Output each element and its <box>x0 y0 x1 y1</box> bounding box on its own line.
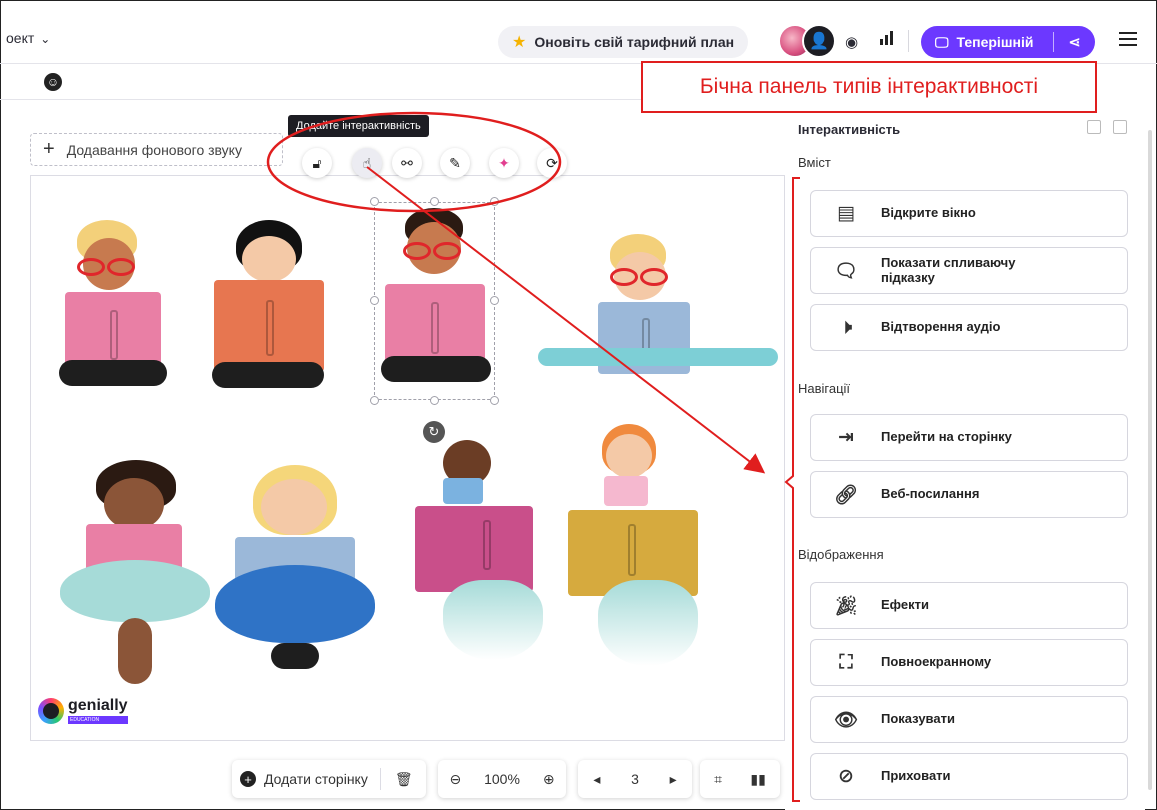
fullscreen-button[interactable]: ⛶ Повноекранному <box>810 639 1128 686</box>
upgrade-plan-button[interactable]: ★ Оновіть свій тарифний план <box>498 26 749 58</box>
zoom-out-icon[interactable]: ⊖ <box>449 771 461 788</box>
top-bar: оект ⌄ ★ Оновіть свій тарифний план 👤 ◉ 🖵… <box>0 0 1157 64</box>
present-label: Теперішній <box>956 34 1034 50</box>
play-audio-button[interactable]: 🕨 Відтворення аудіо <box>810 304 1128 351</box>
reading-kid-illustration[interactable] <box>215 465 375 680</box>
copy-icon[interactable] <box>1087 120 1101 134</box>
zoom-in-icon[interactable]: ⊕ <box>543 771 555 788</box>
page-controls: + Додати сторінку 🗑︎ <box>232 760 426 798</box>
view-controls: ⌗ ▮▮ <box>700 760 780 798</box>
interactivity-icon[interactable]: ☝︎ <box>352 148 382 178</box>
resize-handle[interactable] <box>370 197 379 206</box>
paste-icon[interactable] <box>1113 120 1127 134</box>
tooltip: Додайте інтерактивність <box>288 115 429 137</box>
resize-handle[interactable] <box>490 197 499 206</box>
next-page-icon[interactable]: ▸ <box>670 771 677 788</box>
preview-eye-icon[interactable]: ◉ <box>845 33 858 51</box>
zoom-level: 100% <box>484 771 520 787</box>
web-link-icon: 🔗︎ <box>833 484 859 506</box>
sidebar-title: Інтерактивність <box>798 122 901 137</box>
divider <box>908 30 909 52</box>
previous-page-icon[interactable]: ◂ <box>593 771 600 788</box>
zoom-controls: ⊖ 100% ⊕ <box>438 760 566 798</box>
trash-icon[interactable]: 🗑︎ <box>395 771 413 788</box>
magic-icon[interactable]: ✦ <box>489 148 519 178</box>
show-tooltip-button[interactable]: 🗨︎ Показати спливаючу підказку <box>810 247 1128 294</box>
reading-kid-illustration[interactable] <box>55 220 170 410</box>
project-menu[interactable]: оект ⌄ <box>6 30 50 46</box>
show-icon: 👁︎ <box>833 709 859 731</box>
tooltip-icon: 🗨︎ <box>833 260 859 282</box>
add-page-button[interactable]: Додати сторінку <box>264 771 368 787</box>
presentation-icon: 🖵 <box>935 33 949 50</box>
edit-icon[interactable]: ✎ <box>440 148 470 178</box>
sidebar-scrollbar[interactable] <box>1148 130 1152 790</box>
accessibility-icon[interactable]: ☺ <box>44 73 62 91</box>
section-navigation-heading: Навігації <box>798 381 851 396</box>
logo-edu-badge: EDUCATION <box>68 716 128 724</box>
selection-box <box>374 202 495 400</box>
resize-handle[interactable] <box>370 296 379 305</box>
add-collaborator-icon[interactable]: 👤 <box>802 24 836 58</box>
fit-screen-icon[interactable]: ⌗ <box>714 771 722 788</box>
resize-handle[interactable] <box>430 197 439 206</box>
hide-icon: ⊘ <box>838 766 854 787</box>
rotate-icon[interactable]: ↻ <box>423 421 445 443</box>
replace-icon[interactable]: ⟳ <box>537 148 567 178</box>
resize-handle[interactable] <box>430 396 439 405</box>
star-icon: ★ <box>512 34 527 51</box>
web-link-button[interactable]: 🔗︎ Веб-посилання <box>810 471 1128 518</box>
logo-text: genially <box>68 697 128 714</box>
reading-kid-illustration[interactable] <box>413 440 553 675</box>
show-tooltip-label: Показати спливаючу підказку <box>881 254 1016 285</box>
upgrade-plan-label: Оновіть свій тарифний план <box>534 34 735 50</box>
reading-kid-illustration[interactable] <box>208 220 328 410</box>
present-button[interactable]: 🖵 Теперішній ⋖ <box>921 26 1095 58</box>
go-to-page-label: Перейти на сторінку <box>881 429 1012 445</box>
interactivity-sidebar: Інтерактивність Вміст ▤ Відкрите вікно 🗨… <box>785 113 1145 810</box>
chevron-down-icon: ⌄ <box>40 32 51 46</box>
project-name: оект <box>6 30 35 46</box>
animation-icon[interactable]: ⚯ <box>392 148 422 178</box>
section-display-heading: Відображення <box>798 547 884 562</box>
fullscreen-icon: ⛶ <box>839 651 853 673</box>
reading-kid-illustration[interactable] <box>568 420 708 670</box>
add-background-sound-label: Додавання фонового звуку <box>66 141 242 158</box>
plus-icon: + <box>43 138 55 160</box>
section-content-heading: Вміст <box>798 155 831 170</box>
page-navigation: ◂ 3 ▸ <box>578 760 692 798</box>
resize-handle[interactable] <box>490 396 499 405</box>
effects-button[interactable]: 🎉︎ Ефекти <box>810 582 1128 629</box>
fullscreen-label: Повноекранному <box>881 654 992 670</box>
resize-handle[interactable] <box>370 396 379 405</box>
statistics-icon[interactable] <box>880 31 893 45</box>
open-window-button[interactable]: ▤ Відкрите вікно <box>810 190 1128 237</box>
split-view-icon[interactable]: ▮▮ <box>750 771 765 788</box>
annotation-callout: Бічна панель типів інтерактивності <box>641 61 1097 113</box>
effects-icon: 🎉︎ <box>833 595 859 617</box>
show-label: Показувати <box>881 711 955 727</box>
web-link-label: Веб-посилання <box>881 486 980 502</box>
go-to-page-button[interactable]: ⇥ Перейти на сторінку <box>810 414 1128 461</box>
goto-page-icon: ⇥ <box>838 427 854 448</box>
add-background-sound-button[interactable]: + Додавання фонового звуку <box>30 133 283 166</box>
hide-label: Приховати <box>881 768 951 784</box>
share-icon[interactable]: ⋖ <box>1054 33 1095 51</box>
audio-icon: 🕨 <box>840 316 852 338</box>
play-audio-label: Відтворення аудіо <box>881 319 1001 335</box>
reading-kid-illustration[interactable] <box>538 230 783 390</box>
window-icon: ▤ <box>837 203 855 224</box>
reading-kid-illustration[interactable] <box>60 460 210 690</box>
effects-label: Ефекти <box>881 597 929 613</box>
add-circle-icon: + <box>240 771 256 787</box>
open-window-label: Відкрите вікно <box>881 205 976 221</box>
show-button[interactable]: 👁︎ Показувати <box>810 696 1128 743</box>
hide-button[interactable]: ⊘ Приховати <box>810 753 1128 800</box>
page-number: 3 <box>631 771 639 787</box>
hamburger-menu-icon[interactable] <box>1119 28 1137 50</box>
lock-icon[interactable]: 🔓︎ <box>302 148 332 178</box>
resize-handle[interactable] <box>490 296 499 305</box>
genially-logo: genially EDUCATION <box>38 697 128 724</box>
